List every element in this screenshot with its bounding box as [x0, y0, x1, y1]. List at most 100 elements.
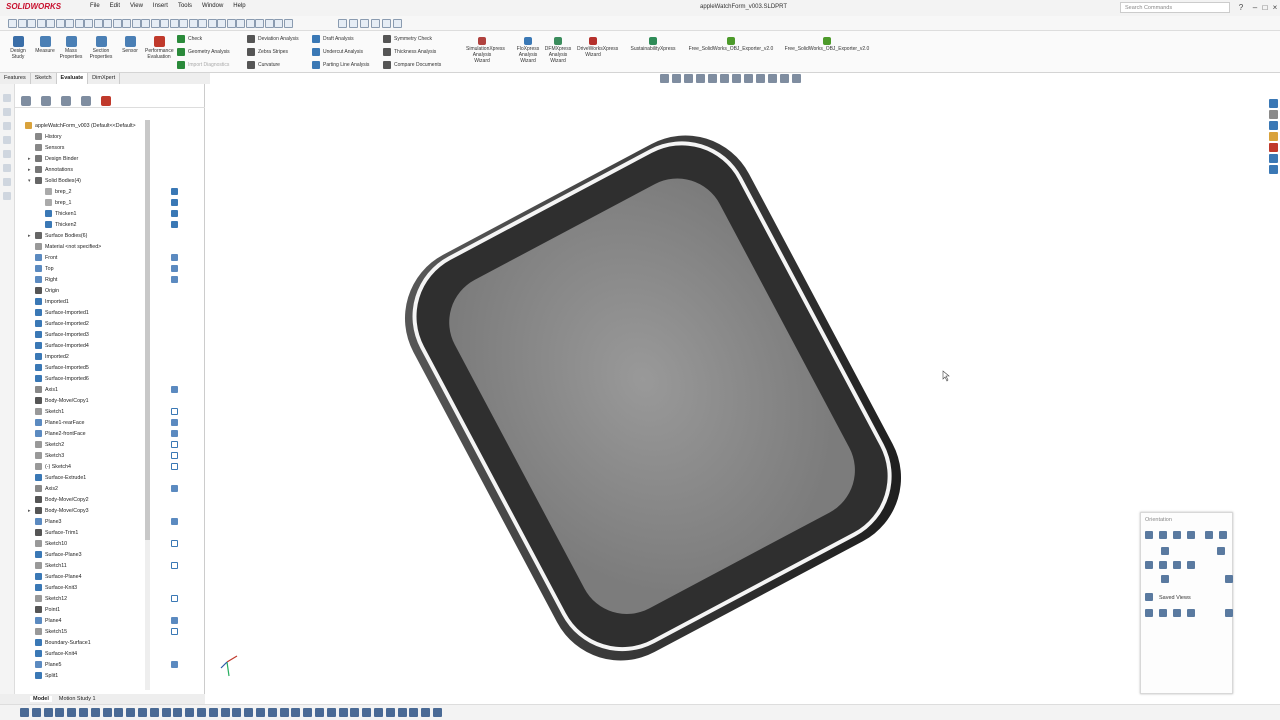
tree-item-body-move-copy1[interactable]: Body-Move/Copy1 [18, 395, 158, 406]
view-tool-icon[interactable] [397, 708, 407, 717]
task-pane-icon[interactable] [3, 150, 11, 158]
expand-arrow-icon[interactable]: ▸ [28, 233, 35, 239]
cmd-section-properties-button[interactable]: Section Properties [88, 36, 114, 60]
tree-item-plane4[interactable]: Plane4 [18, 615, 158, 626]
hide-show-icon[interactable] [744, 74, 753, 83]
view-orientation-icon[interactable] [1159, 531, 1167, 539]
tree-item-front[interactable]: Front [18, 252, 158, 263]
cmd-free-solidworks-obj-exporter-v2-0-button[interactable]: Free_SolidWorks_OBJ_Exporter_v2.0 [780, 37, 874, 52]
toolbar-icon[interactable] [382, 19, 391, 28]
close-button[interactable]: × [1268, 2, 1280, 13]
toolbar-icon[interactable] [131, 19, 141, 28]
view-orientation-icon[interactable] [1145, 561, 1153, 569]
view-orientation-icon[interactable] [1187, 531, 1195, 539]
tree-item-surface-imported4[interactable]: Surface-Imported4 [18, 340, 158, 351]
cmd-draft-analysis-button[interactable]: Draft Analysis [312, 34, 354, 44]
toolbar-icon[interactable] [122, 19, 131, 28]
tree-item-top[interactable]: Top [18, 263, 158, 274]
view-tool-icon[interactable] [338, 708, 348, 717]
tree-item-origin[interactable]: Origin [18, 285, 158, 296]
view-tool-icon[interactable] [350, 708, 360, 717]
toolbar-icon[interactable] [217, 19, 226, 28]
view-tool-icon[interactable] [114, 708, 124, 717]
toolbar-icon[interactable] [188, 19, 198, 28]
toolbar-icon[interactable] [226, 19, 236, 28]
tree-item-history[interactable]: History [18, 131, 158, 142]
tree-item-body-move-copy2[interactable]: Body-Move/Copy2 [18, 494, 158, 505]
tree-item-imported1[interactable]: Imported1 [18, 296, 158, 307]
tree-item-thicken2[interactable]: Thicken2 [18, 219, 158, 230]
view-orientation-icon[interactable] [1225, 575, 1233, 583]
apply-scene-icon[interactable] [768, 74, 777, 83]
toolbar-icon[interactable] [349, 19, 358, 28]
toolbar-icon[interactable] [255, 19, 264, 28]
tree-item-applewatchform-v003-default-default-[interactable]: appleWatchForm_v003 (Default<<Default> [18, 120, 158, 131]
tree-item-axis2[interactable]: Axis2 [18, 483, 158, 494]
scrollbar-thumb[interactable] [145, 120, 150, 540]
tree-item-brep-1[interactable]: brep_1 [18, 197, 158, 208]
cmd-floxpress-analysis-wizard-button[interactable]: FloXpress Analysis Wizard [512, 37, 544, 64]
view-tool-icon[interactable] [138, 708, 147, 717]
expand-arrow-icon[interactable]: ▸ [28, 156, 35, 162]
saved-views-label[interactable]: Saved Views [1159, 595, 1191, 601]
view-orientation-icon[interactable] [1173, 561, 1181, 569]
tree-item-surface-bodies-6-[interactable]: ▸ Surface Bodies(6) [18, 230, 158, 241]
toolbar-icon[interactable] [74, 19, 84, 28]
cmd-mass-properties-button[interactable]: Mass Properties [58, 36, 84, 60]
section-view-icon[interactable] [696, 74, 705, 83]
tree-item-plane3[interactable]: Plane3 [18, 516, 158, 527]
configuration-manager-tab-icon[interactable] [61, 96, 71, 106]
menu-insert[interactable]: Insert [153, 3, 168, 9]
zoom-to-fit-icon[interactable] [660, 74, 669, 83]
view-orientation-icon[interactable] [1145, 609, 1153, 617]
cmd-dfmxpress-analysis-wizard-button[interactable]: DFMXpress Analysis Wizard [542, 37, 574, 64]
property-manager-tab-icon[interactable] [41, 96, 51, 106]
task-pane-tab-icon[interactable] [1269, 99, 1278, 108]
tab-motion-study-1[interactable]: Motion Study 1 [56, 696, 99, 702]
view-tool-icon[interactable] [220, 708, 230, 717]
cmd-simulationxpress-analysis-wizard-button[interactable]: SimulationXpress Analysis Wizard [466, 37, 505, 64]
view-tool-icon[interactable] [185, 708, 195, 717]
view-tool-icon[interactable] [374, 708, 383, 717]
cmd-undercut-analysis-button[interactable]: Undercut Analysis [312, 47, 363, 57]
toolbar-icon[interactable] [169, 19, 179, 28]
tree-item-surface-plane4[interactable]: Surface-Plane4 [18, 571, 158, 582]
tree-item-surface-trim1[interactable]: Surface-Trim1 [18, 527, 158, 538]
tree-item-surface-extrude1[interactable]: Surface-Extrude1 [18, 472, 158, 483]
tree-item-axis1[interactable]: Axis1 [18, 384, 158, 395]
tab-model[interactable]: Model [30, 696, 52, 702]
view-orientation-icon[interactable] [1217, 547, 1225, 555]
view-settings-icon[interactable] [780, 74, 789, 83]
view-tool-icon[interactable] [67, 708, 77, 717]
help-icon[interactable]: ? [1234, 2, 1248, 13]
menu-window[interactable]: Window [202, 3, 223, 9]
cmd-compare-documents-button[interactable]: Compare Documents [383, 60, 441, 70]
tab-sketch[interactable]: Sketch [31, 73, 57, 84]
toolbar-icon[interactable] [283, 19, 293, 28]
tree-item-sensors[interactable]: Sensors [18, 142, 158, 153]
tree-item-sketch11[interactable]: Sketch11 [18, 560, 158, 571]
toolbar-icon[interactable] [27, 19, 36, 28]
cmd-driveworksxpress-wizard-button[interactable]: DriveWorksXpress Wizard [577, 37, 618, 58]
menu-tools[interactable]: Tools [178, 3, 192, 9]
cmd-free-solidworks-obj-exporter-v2-0-button[interactable]: Free_SolidWorks_OBJ_Exporter_v2.0 [684, 37, 778, 52]
view-orientation-icon[interactable] [1145, 531, 1153, 539]
task-pane-icon[interactable] [3, 108, 11, 116]
cmd-symmetry-check-button[interactable]: Symmetry Check [383, 34, 432, 44]
view-tool-icon[interactable] [173, 708, 183, 717]
task-pane-icon[interactable] [3, 178, 11, 186]
tab-evaluate[interactable]: Evaluate [56, 73, 89, 84]
cmd-parting-line-analysis-button[interactable]: Parting Line Analysis [312, 60, 369, 70]
toolbar-icon[interactable] [93, 19, 103, 28]
view-tool-icon[interactable] [126, 708, 136, 717]
view-orientation-icon[interactable] [1161, 547, 1169, 555]
expand-arrow-icon[interactable]: ▸ [28, 508, 35, 514]
toolbar-icon[interactable] [65, 19, 74, 28]
cmd-import-diagnostics-button[interactable]: Import Diagnostics [177, 60, 229, 70]
view-tool-icon[interactable] [267, 708, 277, 717]
toolbar-icon[interactable] [112, 19, 122, 28]
toolbar-icon[interactable] [84, 19, 93, 28]
dimxpert-manager-tab-icon[interactable] [81, 96, 91, 106]
view-tool-icon[interactable] [55, 708, 65, 717]
view-tool-icon[interactable] [385, 708, 395, 717]
